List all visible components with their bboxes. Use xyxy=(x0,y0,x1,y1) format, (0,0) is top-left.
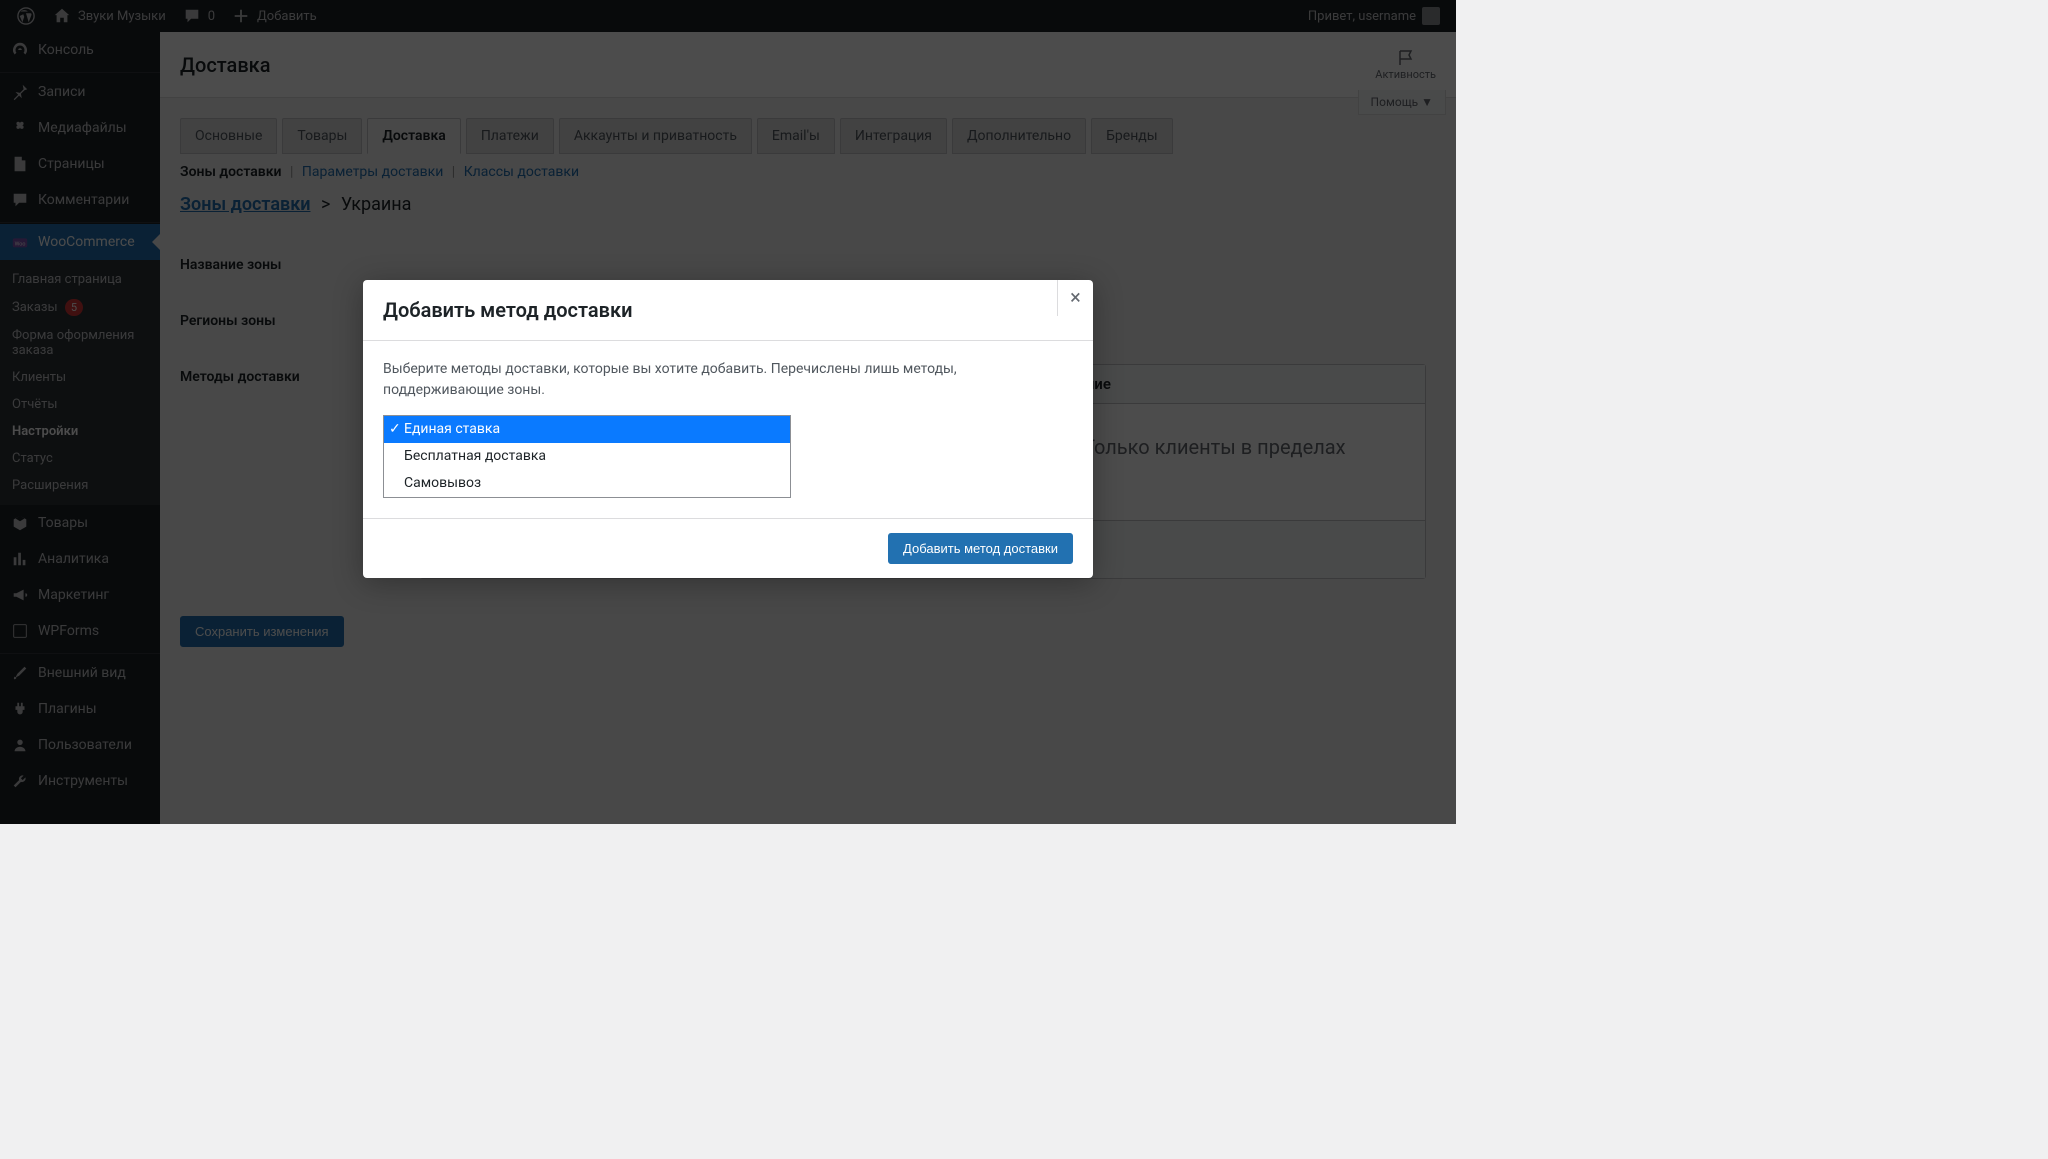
close-icon: × xyxy=(1070,285,1081,309)
modal-title: Добавить метод доставки xyxy=(383,298,632,322)
method-option-pickup[interactable]: Самовывоз xyxy=(384,470,790,497)
method-option-free-shipping[interactable]: Бесплатная доставка xyxy=(384,443,790,470)
method-option-flat-rate[interactable]: Единая ставка xyxy=(384,416,790,443)
modal-footer: Добавить метод доставки xyxy=(363,518,1093,578)
modal-description: Выберите методы доставки, которые вы хот… xyxy=(383,359,1073,401)
modal-confirm-button[interactable]: Добавить метод доставки xyxy=(888,533,1073,564)
modal-body: Выберите методы доставки, которые вы хот… xyxy=(363,341,1093,518)
modal-close-button[interactable]: × xyxy=(1057,280,1093,316)
add-method-modal: Добавить метод доставки × Выберите метод… xyxy=(363,280,1093,578)
method-select-dropdown[interactable]: Единая ставка Бесплатная доставка Самовы… xyxy=(383,415,791,498)
modal-header: Добавить метод доставки × xyxy=(363,280,1093,341)
